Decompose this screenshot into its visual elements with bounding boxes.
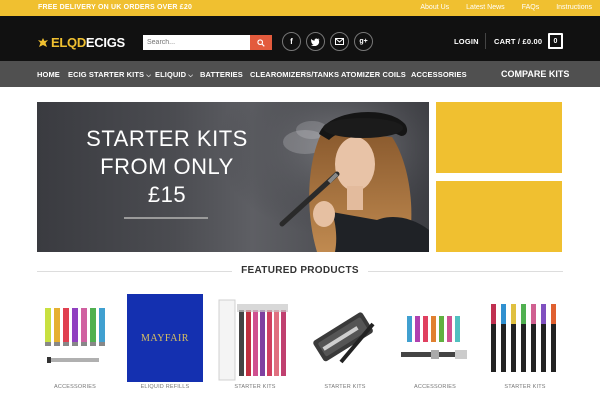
compare-kits-link[interactable]: COMPARE KITS (501, 69, 569, 79)
search-icon (257, 38, 265, 47)
top-link-latest-news[interactable]: Latest News (466, 4, 505, 11)
hero-divider (124, 217, 208, 219)
search-button[interactable] (250, 35, 272, 50)
nav-ecig-starter-kits-label: ECIG STARTER KITS (68, 70, 145, 79)
top-link-faqs[interactable]: FAQs (522, 4, 540, 11)
email-icon[interactable] (330, 32, 349, 51)
nav-batteries[interactable]: BATTERIES (200, 70, 243, 79)
product-image-starter-kit (487, 294, 563, 382)
nav-eliquid-label: ELIQUID (155, 70, 187, 79)
product-card[interactable] (217, 294, 293, 382)
twitter-icon[interactable] (306, 32, 325, 51)
product-category[interactable]: STARTER KITS (307, 384, 383, 390)
logo-text-ecigs: ECIGS (85, 35, 125, 50)
featured-divider-right (368, 271, 563, 272)
product-image-starter-kit (217, 294, 293, 382)
nav-home[interactable]: HOME (37, 70, 60, 79)
facebook-icon[interactable]: f (282, 32, 301, 51)
google-plus-icon[interactable]: g+ (354, 32, 373, 51)
product-category[interactable]: ELIQUID REFILLS (127, 384, 203, 390)
product-image-accessories (37, 294, 113, 382)
login-link[interactable]: LOGIN (454, 37, 479, 46)
top-link-about-us[interactable]: About Us (420, 4, 449, 11)
promo-tile-top[interactable] (436, 102, 562, 173)
main-nav: HOME ECIG STARTER KITS ⌵ ELIQUID ⌵ BATTE… (0, 61, 600, 87)
site-header: ELQD ECIGS f g+ LOGIN CART / £0.00 0 (0, 16, 600, 61)
hero-line-1: STARTER KITS (86, 126, 248, 151)
product-image-accessories (397, 294, 473, 382)
promo-tile-bottom[interactable] (436, 181, 562, 252)
top-links: About Us Latest News FAQs Instructions (403, 4, 592, 11)
product-card[interactable] (307, 294, 383, 382)
logo-text-elqd: ELQD (51, 35, 86, 50)
hero-line-2: FROM ONLY (100, 154, 234, 179)
top-link-instructions[interactable]: Instructions (556, 4, 592, 11)
nav-ecig-starter-kits[interactable]: ECIG STARTER KITS ⌵ (68, 70, 151, 80)
hero-line-3: £15 (147, 182, 187, 207)
mayfair-label: MAYFAIR (141, 332, 189, 344)
cart-count-icon[interactable]: 0 (548, 33, 563, 49)
product-card[interactable]: MAYFAIR (127, 294, 203, 382)
product-category[interactable]: ACCESSORIES (397, 384, 473, 390)
site-logo[interactable]: ELQD ECIGS (37, 35, 125, 50)
product-category[interactable]: STARTER KITS (487, 384, 563, 390)
product-category[interactable]: STARTER KITS (217, 384, 293, 390)
product-image-mayfair: MAYFAIR (127, 294, 203, 382)
search-input[interactable] (143, 35, 250, 50)
product-card[interactable] (487, 294, 563, 382)
free-delivery-banner: FREE DELIVERY ON UK ORDERS OVER £20 (38, 4, 193, 11)
header-divider (485, 33, 486, 49)
chevron-down-icon: ⌵ (188, 73, 193, 79)
product-card[interactable] (37, 294, 113, 382)
nav-atomizer-coils[interactable]: ATOMIZER COILS (341, 70, 406, 79)
top-bar: FREE DELIVERY ON UK ORDERS OVER £20 Abou… (0, 0, 600, 16)
cart-link[interactable]: CART / £0.00 (494, 37, 542, 46)
product-image-starter-kit (307, 294, 383, 382)
nav-eliquid[interactable]: ELIQUID ⌵ (155, 70, 193, 80)
nav-accessories[interactable]: ACCESSORIES (411, 70, 467, 79)
nav-clearomizers-tanks[interactable]: CLEAROMIZERS/TANKS (250, 70, 339, 79)
product-card[interactable] (397, 294, 473, 382)
chevron-down-icon: ⌵ (146, 73, 151, 79)
hero-banner[interactable]: STARTER KITS FROM ONLY £15 (37, 102, 429, 252)
eagle-logo-icon (38, 37, 48, 47)
product-category[interactable]: ACCESSORIES (37, 384, 113, 390)
